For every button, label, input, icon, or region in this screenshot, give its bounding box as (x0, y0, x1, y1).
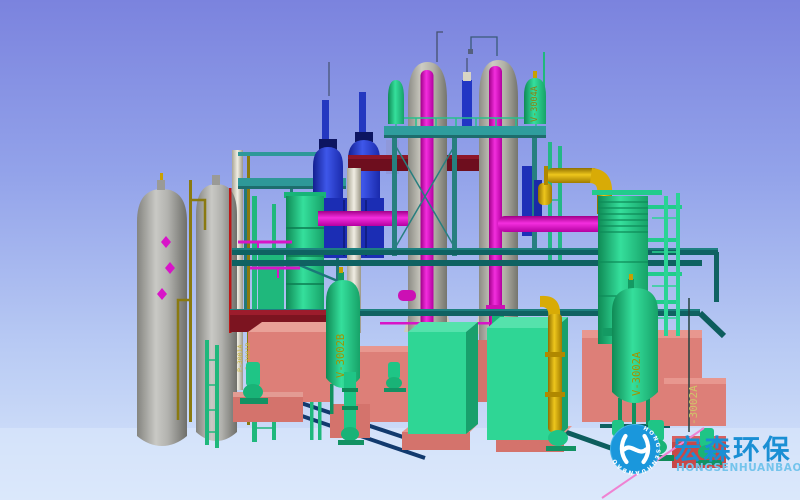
vessel-label-v3002b: V-3002B (335, 334, 347, 378)
leader-label-3002a: -3002A (687, 385, 700, 425)
vessel-label-v3002a: V-3002A (631, 351, 643, 396)
magenta-pipe-left (318, 211, 414, 226)
plant-3d-render[interactable]: V-3004A (0, 0, 800, 500)
green-tanks-bottom (408, 317, 568, 440)
vessel-label-v3004a: V-3004A (530, 86, 540, 122)
logo-english-name: HONGSENHUANBAO (676, 462, 800, 474)
pump-label-3001a: P-3001A (236, 345, 244, 372)
